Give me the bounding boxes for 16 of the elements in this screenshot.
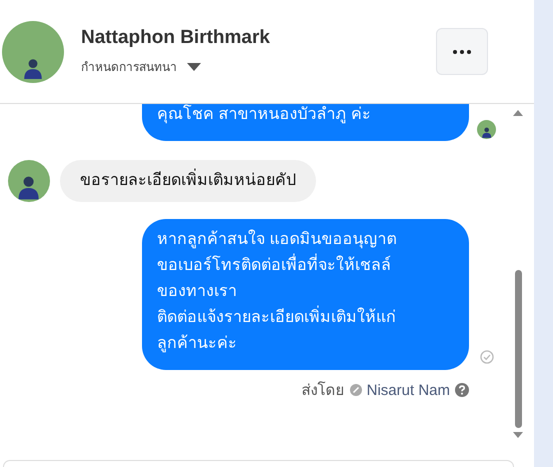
- blocked-icon: [350, 384, 362, 396]
- message-input-field[interactable]: [3, 460, 514, 467]
- message-bubble: หากลูกค้าสนใจ แอดมินขออนุญาต ขอเบอร์โทรติดต่อเพื่อที่จะให้เชลล์ ของทางเรา ติดต่อแจ้งรายละเอียดเพิ่มเติมให้แก่ ลูกค้านะค่ะ: [142, 219, 469, 370]
- message-bubble: ขอรายละเอียดเพิ่มเติมหน่อยคัป: [60, 160, 316, 202]
- scrollbar-thumb[interactable]: [514, 270, 522, 428]
- scroll-down-arrow-icon[interactable]: [513, 432, 523, 438]
- contact-name: Nattaphon Birthmark: [81, 27, 271, 49]
- message-bubble: คุณโชค สาขาหนองบัวลำภู ค่ะ: [142, 104, 469, 141]
- scroll-up-arrow-icon[interactable]: [513, 110, 523, 116]
- avatar[interactable]: [8, 160, 50, 202]
- help-icon[interactable]: [455, 383, 469, 397]
- sender-name[interactable]: Nisarut Nam: [366, 382, 450, 398]
- conversation-settings-link[interactable]: กำหนดการสนทนา: [81, 57, 177, 76]
- more-icon: [453, 50, 471, 54]
- sent-by-label: ส่งโดย: [302, 380, 345, 401]
- caret-icon[interactable]: [187, 62, 201, 70]
